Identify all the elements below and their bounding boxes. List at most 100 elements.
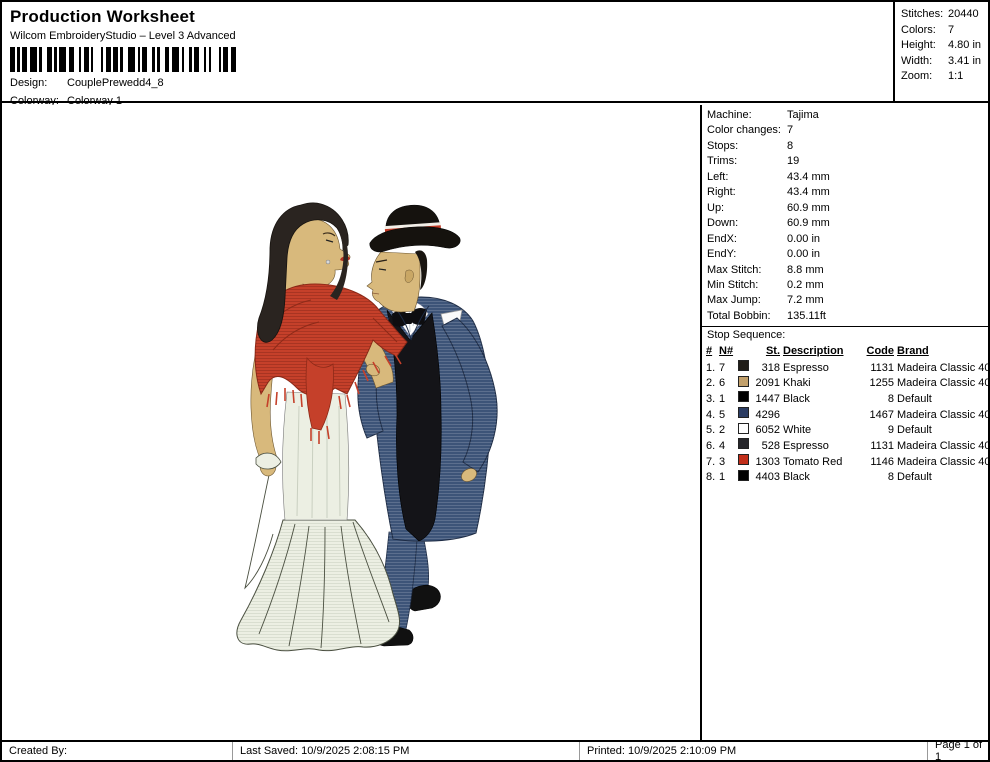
machine-info-row: Max Stitch: 8.8 mm bbox=[707, 263, 988, 278]
machine-info-label: EndY: bbox=[707, 247, 787, 262]
stitch-count: 1303 bbox=[753, 455, 783, 471]
col-header-num: # bbox=[706, 344, 719, 360]
stop-num: 5. bbox=[706, 423, 719, 439]
needle-num: 1 bbox=[719, 470, 738, 486]
machine-info-label: Max Jump: bbox=[707, 293, 787, 308]
stat-row: Width: 3.41 in bbox=[901, 54, 988, 70]
worksheet-header: Production Worksheet Wilcom EmbroiderySt… bbox=[2, 2, 988, 103]
machine-info-value: 19 bbox=[787, 154, 799, 169]
stop-sequence-table: # N# St. Description Code Brand 1. 7 318… bbox=[702, 344, 988, 485]
design-value: CouplePrewedd4_8 bbox=[67, 77, 164, 90]
needle-num: 5 bbox=[719, 408, 738, 424]
needle-num: 4 bbox=[719, 439, 738, 455]
machine-info-value: 60.9 mm bbox=[787, 201, 830, 216]
thread-code: 9 bbox=[863, 423, 897, 439]
thread-description: Espresso bbox=[783, 439, 863, 455]
machine-info-value: 0.00 in bbox=[787, 232, 820, 247]
machine-info-value: 7.2 mm bbox=[787, 293, 824, 308]
groom-face bbox=[367, 252, 420, 312]
thread-brand: Madeira Classic 40 bbox=[897, 408, 990, 424]
stop-num: 8. bbox=[706, 470, 719, 486]
printed-cell: Printed: 10/9/2025 2:10:09 PM bbox=[579, 742, 927, 760]
machine-info-label: Left: bbox=[707, 170, 787, 185]
embroidery-design-couple bbox=[223, 198, 515, 655]
machine-info-row: Left: 43.4 mm bbox=[707, 170, 988, 185]
bow-tie-knot bbox=[404, 313, 412, 324]
hat-brim bbox=[369, 224, 461, 254]
stop-num: 4. bbox=[706, 408, 719, 424]
thread-color-swatch bbox=[738, 376, 749, 387]
thread-description: White bbox=[783, 423, 863, 439]
stop-num: 6. bbox=[706, 439, 719, 455]
stat-value: 7 bbox=[948, 23, 954, 39]
col-header-code: Code bbox=[863, 344, 897, 360]
stop-sequence-row: 4. 5 4296 1467 Madeira Classic 40 bbox=[706, 407, 988, 423]
machine-info-row: Down: 60.9 mm bbox=[707, 216, 988, 231]
machine-info-row: Min Stitch: 0.2 mm bbox=[707, 278, 988, 293]
machine-info-list: Machine: Tajima Color changes: 7 Stops: … bbox=[702, 105, 988, 324]
thread-color-swatch bbox=[738, 438, 749, 449]
page-number-cell: Page 1 of 1 bbox=[927, 742, 988, 760]
machine-info-label: Down: bbox=[707, 216, 787, 231]
needle-num: 1 bbox=[719, 392, 738, 408]
barcode bbox=[10, 47, 236, 72]
thread-color-swatch bbox=[738, 423, 749, 434]
stat-row: Height: 4.80 in bbox=[901, 38, 988, 54]
stop-sequence-row: 5. 2 6052 White 9 Default bbox=[706, 423, 988, 439]
stitch-count: 6052 bbox=[753, 423, 783, 439]
thread-description: Black bbox=[783, 392, 863, 408]
machine-info-value: Tajima bbox=[787, 108, 819, 123]
held-hem-fold bbox=[256, 453, 281, 469]
last-saved-cell: Last Saved: 10/9/2025 2:08:15 PM bbox=[232, 742, 579, 760]
stat-row: Stitches: 20440 bbox=[901, 7, 988, 23]
thread-code: 8 bbox=[863, 392, 897, 408]
thread-description: Khaki bbox=[783, 376, 863, 392]
stat-row: Zoom: 1:1 bbox=[901, 69, 988, 85]
thread-code: 1467 bbox=[863, 408, 897, 424]
machine-info-row: Trims: 19 bbox=[707, 154, 988, 169]
col-header-needle: N# bbox=[719, 344, 738, 360]
stop-sequence-row: 7. 3 1303 Tomato Red 1146 Madeira Classi… bbox=[706, 454, 988, 470]
design-preview-area bbox=[2, 105, 700, 742]
machine-info-label: Machine: bbox=[707, 108, 787, 123]
stat-label: Zoom: bbox=[901, 69, 948, 85]
needle-num: 6 bbox=[719, 376, 738, 392]
machine-info-value: 8 bbox=[787, 139, 793, 154]
created-by-cell: Created By: bbox=[2, 742, 232, 760]
needle-num: 2 bbox=[719, 423, 738, 439]
design-stats-box: Stitches: 20440 Colors: 7 Height: 4.80 i… bbox=[893, 2, 988, 103]
machine-info-panel: Machine: Tajima Color changes: 7 Stops: … bbox=[700, 105, 988, 742]
machine-info-value: 135.11ft bbox=[787, 309, 826, 324]
thread-color-swatch bbox=[738, 470, 749, 481]
machine-info-value: 0.2 mm bbox=[787, 278, 824, 293]
thread-brand: Default bbox=[897, 392, 988, 408]
needle-num: 7 bbox=[719, 361, 738, 377]
stat-label: Width: bbox=[901, 54, 948, 70]
stat-label: Colors: bbox=[901, 23, 948, 39]
machine-info-label: Up: bbox=[707, 201, 787, 216]
machine-info-row: Up: 60.9 mm bbox=[707, 201, 988, 216]
worksheet-footer: Created By: Last Saved: 10/9/2025 2:08:1… bbox=[2, 740, 988, 760]
stitch-count: 2091 bbox=[753, 376, 783, 392]
thread-description: Tomato Red bbox=[783, 455, 863, 471]
machine-info-label: Max Stitch: bbox=[707, 263, 787, 278]
stitch-count: 4403 bbox=[753, 470, 783, 486]
machine-info-value: 7 bbox=[787, 123, 793, 138]
stop-sequence-rows: 1. 7 318 Espresso 1131 Madeira Classic 4… bbox=[706, 360, 988, 486]
machine-info-row: Stops: 8 bbox=[707, 139, 988, 154]
machine-info-label: EndX: bbox=[707, 232, 787, 247]
machine-info-value: 43.4 mm bbox=[787, 170, 830, 185]
stop-num: 7. bbox=[706, 455, 719, 471]
stop-sequence-row: 6. 4 528 Espresso 1131 Madeira Classic 4… bbox=[706, 438, 988, 454]
thread-description: Black bbox=[783, 470, 863, 486]
stop-num: 2. bbox=[706, 376, 719, 392]
thread-code: 1131 bbox=[863, 439, 897, 455]
machine-info-label: Min Stitch: bbox=[707, 278, 787, 293]
stat-value: 4.80 in bbox=[948, 38, 981, 54]
stat-value: 1:1 bbox=[948, 69, 963, 85]
thread-color-swatch bbox=[738, 454, 749, 465]
machine-info-row: EndX: 0.00 in bbox=[707, 232, 988, 247]
stop-sequence-row: 8. 1 4403 Black 8 Default bbox=[706, 470, 988, 486]
machine-info-value: 43.4 mm bbox=[787, 185, 830, 200]
machine-info-row: Max Jump: 7.2 mm bbox=[707, 293, 988, 308]
